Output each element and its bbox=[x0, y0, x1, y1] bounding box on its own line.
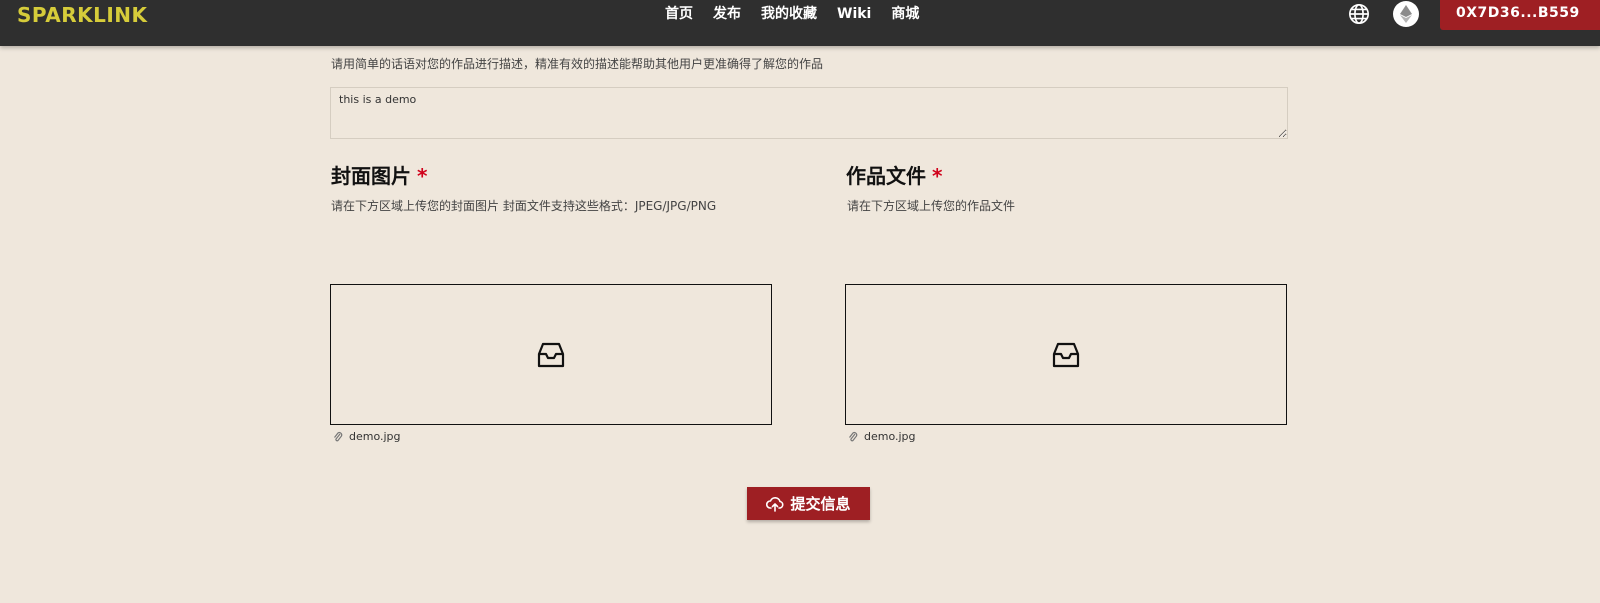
nav-link-favorites[interactable]: 我的收藏 bbox=[761, 4, 817, 24]
ethereum-icon bbox=[1400, 5, 1412, 23]
nav-link-publish[interactable]: 发布 bbox=[713, 4, 741, 26]
work-required-mark: * bbox=[932, 164, 943, 188]
nav-link-wiki[interactable]: Wiki bbox=[837, 4, 871, 24]
logo[interactable]: SPARKLINK bbox=[17, 3, 148, 27]
description-textarea[interactable]: this is a demo bbox=[330, 87, 1288, 139]
cover-file-name: demo.jpg bbox=[349, 430, 401, 443]
cover-required-mark: * bbox=[417, 164, 428, 188]
nav-link-shop[interactable]: 商城 bbox=[891, 4, 919, 24]
cover-hint: 请在下方区域上传您的封面图片 封面文件支持这些格式：JPEG/JPG/PNG bbox=[331, 199, 717, 213]
work-hint: 请在下方区域上传您的作品文件 bbox=[847, 199, 1016, 213]
cover-file-item[interactable]: demo.jpg bbox=[333, 430, 401, 443]
work-file-name: demo.jpg bbox=[864, 430, 916, 443]
paperclip-icon bbox=[849, 431, 858, 441]
submit-button[interactable]: 提交信息 bbox=[747, 487, 870, 520]
work-title: 作品文件 * bbox=[846, 160, 942, 189]
description-hint: 请用简单的话语对您的作品进行描述，精准有效的描述能帮助其他用户更准确得了解您的作… bbox=[331, 57, 824, 71]
cover-title-text: 封面图片 bbox=[331, 164, 411, 188]
paperclip-icon bbox=[334, 431, 343, 441]
ethereum-network-button[interactable] bbox=[1393, 1, 1419, 27]
inbox-icon bbox=[537, 342, 565, 367]
nav-link-publish-label: 发布 bbox=[713, 6, 741, 22]
cover-title: 封面图片 * bbox=[331, 160, 427, 189]
nav-links: 首页 发布 我的收藏 Wiki 商城 bbox=[665, 4, 939, 26]
inbox-icon bbox=[1052, 342, 1080, 367]
top-nav: SPARKLINK 首页 发布 我的收藏 Wiki 商城 0X7D36...B5… bbox=[0, 0, 1600, 46]
globe-icon[interactable] bbox=[1348, 3, 1370, 25]
work-file-item[interactable]: demo.jpg bbox=[848, 430, 916, 443]
wallet-address-button[interactable]: 0X7D36...B559 bbox=[1440, 0, 1600, 30]
nav-link-home[interactable]: 首页 bbox=[665, 4, 693, 24]
submit-button-label: 提交信息 bbox=[790, 495, 851, 513]
work-upload-dropzone[interactable] bbox=[845, 284, 1287, 425]
cloud-upload-icon bbox=[766, 496, 784, 512]
work-title-text: 作品文件 bbox=[846, 164, 926, 188]
cover-upload-dropzone[interactable] bbox=[330, 284, 772, 425]
